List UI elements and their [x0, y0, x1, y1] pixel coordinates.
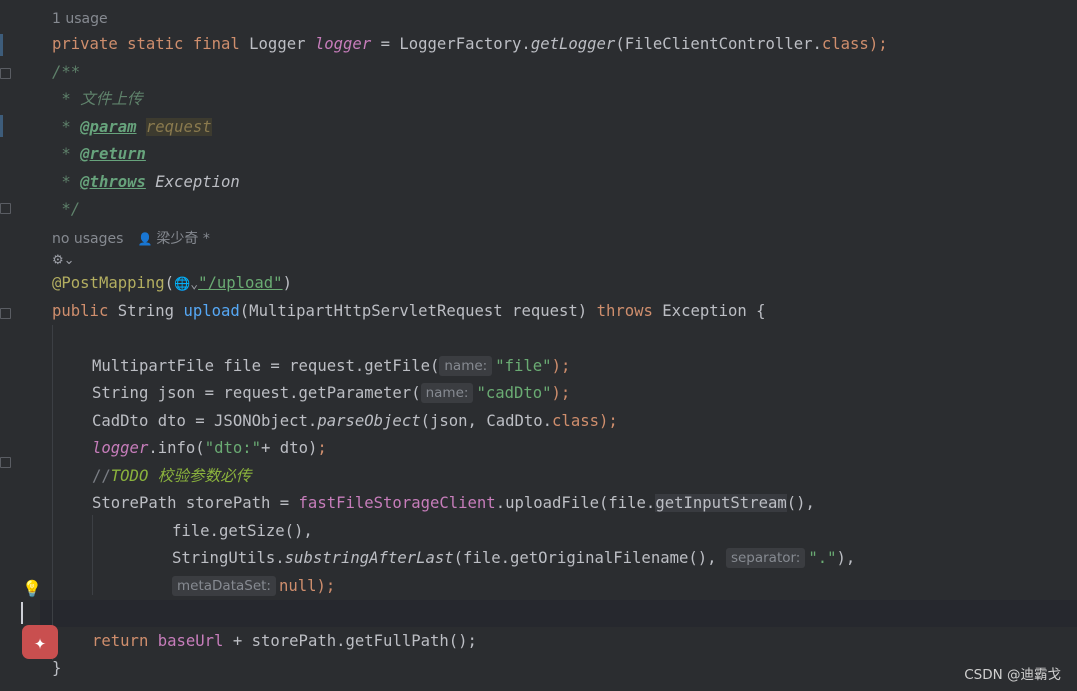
fold-block-icon[interactable]: [0, 457, 11, 468]
doc-comment-open[interactable]: /**: [52, 59, 80, 86]
parameter-hint: metaDataSet:: [172, 576, 276, 596]
code-line-logger[interactable]: private static final Logger logger = Log…: [52, 31, 888, 58]
code-line-metadataset[interactable]: metaDataSet: null);: [172, 573, 335, 600]
code-line-substring[interactable]: StringUtils.substringAfterLast(file.getO…: [172, 545, 855, 572]
usage-hint[interactable]: 1 usage: [52, 7, 108, 31]
magic-wand-icon[interactable]: ✦: [22, 625, 58, 659]
indent-guide: [52, 325, 53, 660]
parameter-hint: name:: [439, 356, 493, 376]
code-line-logger-info[interactable]: logger.info("dto:"+ dto);: [92, 435, 327, 462]
change-marker[interactable]: [0, 34, 3, 56]
doc-comment-param[interactable]: * @param request: [52, 114, 212, 141]
doc-comment-throws[interactable]: * @throws Exception: [52, 169, 239, 196]
lightbulb-icon[interactable]: 💡: [22, 580, 42, 598]
current-line-highlight: [40, 600, 1077, 627]
doc-comment-return[interactable]: * @return: [52, 141, 146, 168]
doc-comment-close[interactable]: */: [52, 196, 80, 223]
code-line-uploadfile[interactable]: StorePath storePath = fastFileStorageCli…: [92, 490, 815, 517]
code-line-return[interactable]: return baseUrl + storePath.getFullPath()…: [92, 628, 477, 655]
doc-comment-description[interactable]: * 文件上传: [52, 86, 142, 113]
code-line-signature[interactable]: public String upload(MultipartHttpServle…: [52, 298, 766, 325]
globe-icon[interactable]: 🌐⌄: [174, 277, 198, 292]
usage-author-hint[interactable]: no usages 👤 梁少奇 *: [52, 227, 210, 251]
fold-method-icon[interactable]: [0, 308, 11, 319]
code-line-getfile[interactable]: MultipartFile file = request.getFile(nam…: [92, 353, 570, 380]
parameter-hint: name:: [420, 383, 474, 403]
text-caret: [21, 602, 23, 624]
person-icon: 👤: [137, 232, 153, 246]
code-line-parseobject[interactable]: CadDto dto = JSONObject.parseObject(json…: [92, 408, 618, 435]
code-line-postmapping[interactable]: @PostMapping(🌐⌄"/upload"): [52, 270, 292, 297]
code-line-close-brace[interactable]: }: [52, 655, 61, 682]
watermark: CSDN @迪霸戈: [964, 667, 1061, 683]
parameter-hint: separator:: [725, 548, 806, 568]
code-line-todo[interactable]: //TODO 校验参数必传: [92, 463, 251, 490]
fold-doc-end-icon[interactable]: [0, 203, 11, 214]
indent-guide: [92, 515, 93, 595]
change-marker[interactable]: [0, 115, 3, 137]
fold-doc-icon[interactable]: [0, 68, 11, 79]
code-line-getsize[interactable]: file.getSize(),: [172, 518, 313, 545]
code-line-getparameter[interactable]: String json = request.getParameter(name:…: [92, 380, 570, 407]
